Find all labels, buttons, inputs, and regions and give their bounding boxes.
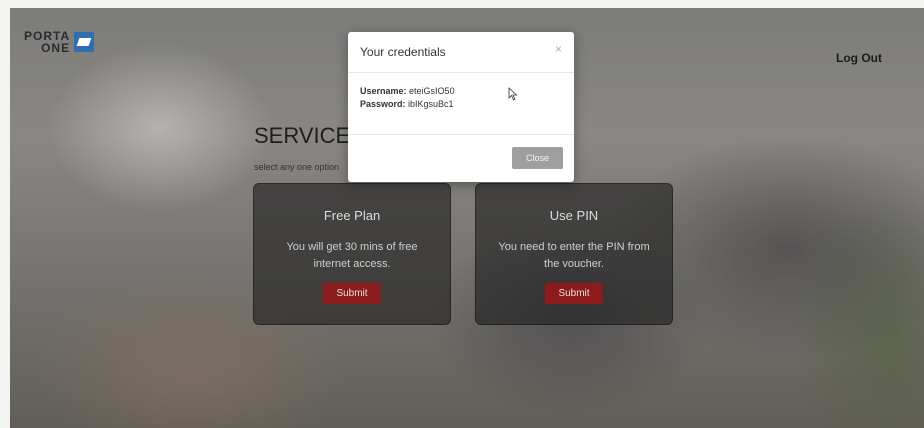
- logo-text: PORTA ONE: [24, 30, 70, 54]
- logo-line-2: ONE: [41, 41, 71, 55]
- dialog-header: Your credentials ×: [348, 32, 574, 73]
- close-icon[interactable]: ×: [555, 42, 562, 56]
- mouse-cursor-icon: [508, 87, 518, 101]
- close-button[interactable]: Close: [511, 147, 563, 169]
- porta-one-logo-icon: [74, 32, 95, 52]
- dialog-title: Your credentials: [360, 45, 446, 59]
- use-pin-submit-button[interactable]: Submit: [545, 283, 603, 304]
- dialog-footer: Close: [348, 135, 574, 183]
- password-line: Password: ibIKgsuBc1: [360, 99, 562, 109]
- free-plan-card: Free Plan You will get 30 mins of free i…: [253, 183, 451, 325]
- card-description: You need to enter the PIN from the vouch…: [498, 241, 650, 270]
- username-value: eteiGsIO50: [409, 86, 455, 96]
- dialog-body: Username: eteiGsIO50 Password: ibIKgsuBc…: [348, 73, 574, 135]
- logout-link[interactable]: Log Out: [836, 51, 882, 65]
- page-title: SERVICE: [254, 123, 351, 148]
- porta-one-logo: PORTA ONE: [24, 30, 95, 54]
- card-title: Free Plan: [323, 208, 381, 223]
- card-description: You will get 30 mins of free internet ac…: [286, 241, 418, 270]
- free-plan-submit-button[interactable]: Submit: [323, 283, 381, 304]
- password-value: ibIKgsuBc1: [408, 99, 454, 109]
- card-title: Use PIN: [549, 208, 599, 223]
- username-label: Username:: [360, 86, 407, 96]
- use-pin-card: Use PIN You need to enter the PIN from t…: [475, 183, 673, 325]
- username-line: Username: eteiGsIO50: [360, 86, 562, 96]
- page-subtitle: select any one option: [254, 162, 340, 172]
- password-label: Password:: [360, 99, 406, 109]
- credentials-dialog: Your credentials × Username: eteiGsIO50 …: [348, 32, 574, 182]
